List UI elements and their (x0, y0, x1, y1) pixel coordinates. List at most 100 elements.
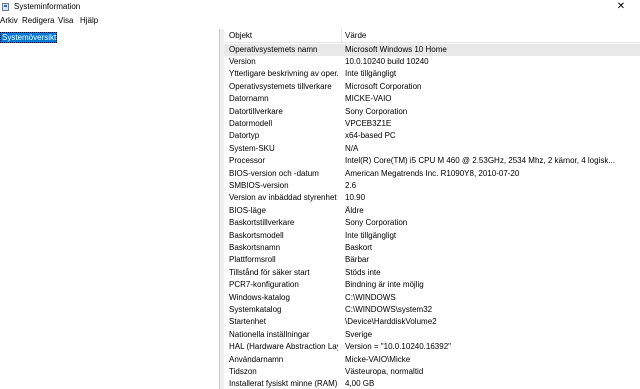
row-varde: Bindning är inte möjlig (345, 280, 424, 290)
column-header-objekt[interactable]: Objekt (229, 31, 338, 40)
row-varde: MICKE-VAIO (345, 94, 392, 104)
row-varde: Sony Corporation (345, 106, 408, 116)
row-objekt: HAL (Hardware Abstraction Lay... (229, 342, 338, 352)
table-row[interactable]: Version 10.0.10240 build 10240 (224, 56, 640, 68)
row-varde: Sony Corporation (345, 218, 408, 228)
table-row[interactable]: Nationella inställningar Sverige (224, 329, 640, 341)
row-objekt: Baskortsmodell (229, 230, 284, 240)
row-objekt: Datormodell (229, 118, 273, 128)
table-row[interactable]: Datortillverkare Sony Corporation (224, 106, 640, 118)
menu-arkiv[interactable]: Arkiv (0, 16, 18, 25)
details-list: Objekt Värde Operativsystemets namn Micro… (224, 29, 640, 389)
row-varde: x64-based PC (345, 131, 396, 141)
table-row[interactable]: Baskortstillverkare Sony Corporation (224, 217, 640, 229)
category-tree: Systemöversikt (0, 29, 220, 389)
table-row[interactable]: Systemkatalog C:\WINDOWS\system32 (224, 304, 640, 316)
row-objekt: BIOS-läge (229, 205, 266, 215)
row-varde: Stöds inte (345, 267, 381, 277)
row-objekt: Processor (229, 156, 266, 166)
table-row[interactable]: Plattformsroll Bärbar (224, 254, 640, 266)
row-objekt: System-SKU (229, 143, 275, 153)
row-varde: Intel(R) Core(TM) i5 CPU M 460 @ 2.53GHz… (345, 156, 615, 166)
row-objekt: Användarnamn (229, 354, 284, 364)
row-varde: 4,00 GB (345, 379, 375, 389)
row-varde: C:\WINDOWS\system32 (345, 304, 433, 314)
table-row[interactable]: HAL (Hardware Abstraction Lay... Version … (224, 341, 640, 353)
row-objekt: Systemkatalog (229, 304, 282, 314)
table-row[interactable]: Operativsystemets namn Microsoft Windows … (224, 43, 640, 56)
table-row[interactable]: BIOS-läge Äldre (224, 205, 640, 217)
row-varde: Inte tillgängligt (345, 69, 397, 79)
row-varde: C:\WINDOWS (345, 292, 396, 302)
row-objekt: Windows-katalog (229, 292, 290, 302)
row-objekt: Datortyp (229, 131, 260, 141)
row-objekt: Installerat fysiskt minne (RAM) (229, 379, 338, 389)
table-row[interactable]: Installerat fysiskt minne (RAM) 4,00 GB (224, 378, 640, 389)
table-row[interactable]: PCR7-konfiguration Bindning är inte möjli… (224, 279, 640, 291)
row-varde: \Device\HarddiskVolume2 (345, 317, 437, 327)
table-row[interactable]: Baskortsnamn Baskort (224, 242, 640, 254)
table-row[interactable]: BIOS-version och -datum American Megatren… (224, 168, 640, 180)
row-objekt: Startenhet (229, 317, 266, 327)
row-varde: Äldre (345, 205, 364, 215)
row-varde: Baskort (345, 242, 373, 252)
row-objekt: Ytterligare beskrivning av oper... (229, 69, 338, 79)
row-objekt: PCR7-konfiguration (229, 280, 299, 290)
menu-bar: Arkiv Redigera Visa Hjälp (0, 15, 640, 28)
tree-item-systemoversikt[interactable]: Systemöversikt (0, 32, 58, 43)
row-objekt: Nationella inställningar (229, 329, 310, 339)
menu-hjalp[interactable]: Hjälp (80, 16, 98, 25)
row-varde: Version = "10.0.10240.16392" (345, 342, 451, 352)
column-divider[interactable] (341, 29, 342, 42)
row-objekt: Operativsystemets namn (229, 44, 318, 54)
row-objekt: Version (229, 56, 256, 66)
row-varde: Sverige (345, 329, 373, 339)
row-objekt: Datortillverkare (229, 106, 283, 116)
close-button[interactable]: ✕ (614, 1, 628, 13)
table-row[interactable]: SMBIOS-version 2.6 (224, 180, 640, 192)
table-row[interactable]: Tidszon Västeuropa, normaltid (224, 366, 640, 378)
row-varde: 2.6 (345, 180, 357, 190)
row-objekt: Baskortstillverkare (229, 218, 295, 228)
table-row[interactable]: Användarnamn Micke-VAIO\Micke (224, 354, 640, 366)
table-row[interactable]: Baskortsmodell Inte tillgängligt (224, 230, 640, 242)
table-row[interactable]: Version av inbäddad styrenhet 10.90 (224, 192, 640, 204)
table-row[interactable]: Ytterligare beskrivning av oper... Inte t… (224, 68, 640, 80)
table-row[interactable]: Startenhet \Device\HarddiskVolume2 (224, 316, 640, 328)
row-varde: Inte tillgängligt (345, 230, 397, 240)
row-objekt: Tillstånd för säker start (229, 267, 310, 277)
row-varde: Micke-VAIO\Micke (345, 354, 411, 364)
close-icon: ✕ (616, 1, 626, 12)
table-row[interactable]: System-SKU N/A (224, 143, 640, 155)
row-objekt: SMBIOS-version (229, 180, 289, 190)
list-header: Objekt Värde (224, 29, 640, 43)
menu-redigera[interactable]: Redigera (22, 16, 54, 25)
row-objekt: Operativsystemets tillverkare (229, 81, 332, 91)
menu-visa[interactable]: Visa (58, 16, 73, 25)
row-varde: Västeuropa, normaltid (345, 366, 424, 376)
title-bar: Systeminformation ✕ (0, 0, 640, 15)
table-row[interactable]: Datormodell VPCEB3Z1E (224, 118, 640, 130)
row-varde: 10.0.10240 build 10240 (345, 56, 429, 66)
row-objekt: Datornamn (229, 94, 269, 104)
window-title: Systeminformation (14, 2, 81, 11)
row-varde: N/A (345, 143, 359, 153)
row-objekt: Baskortsnamn (229, 242, 281, 252)
row-objekt: Plattformsroll (229, 255, 276, 265)
system-info-icon (2, 3, 9, 11)
table-row[interactable]: Datornamn MICKE-VAIO (224, 93, 640, 105)
row-varde: Microsoft Windows 10 Home (345, 44, 447, 54)
row-varde: Bärbar (345, 255, 370, 265)
row-objekt: Tidszon (229, 366, 257, 376)
table-row[interactable]: Windows-katalog C:\WINDOWS (224, 292, 640, 304)
row-objekt: Version av inbäddad styrenhet (229, 193, 337, 203)
row-objekt: BIOS-version och -datum (229, 168, 319, 178)
row-varde: VPCEB3Z1E (345, 118, 392, 128)
table-row[interactable]: Processor Intel(R) Core(TM) i5 CPU M 460 … (224, 155, 640, 167)
row-varde: Microsoft Corporation (345, 81, 422, 91)
row-varde: American Megatrends Inc. R1090Y8, 2010-0… (345, 168, 520, 178)
table-row[interactable]: Datortyp x64-based PC (224, 130, 640, 142)
table-row[interactable]: Tillstånd för säker start Stöds inte (224, 267, 640, 279)
table-row[interactable]: Operativsystemets tillverkare Microsoft C… (224, 81, 640, 93)
column-header-varde[interactable]: Värde (345, 31, 640, 40)
